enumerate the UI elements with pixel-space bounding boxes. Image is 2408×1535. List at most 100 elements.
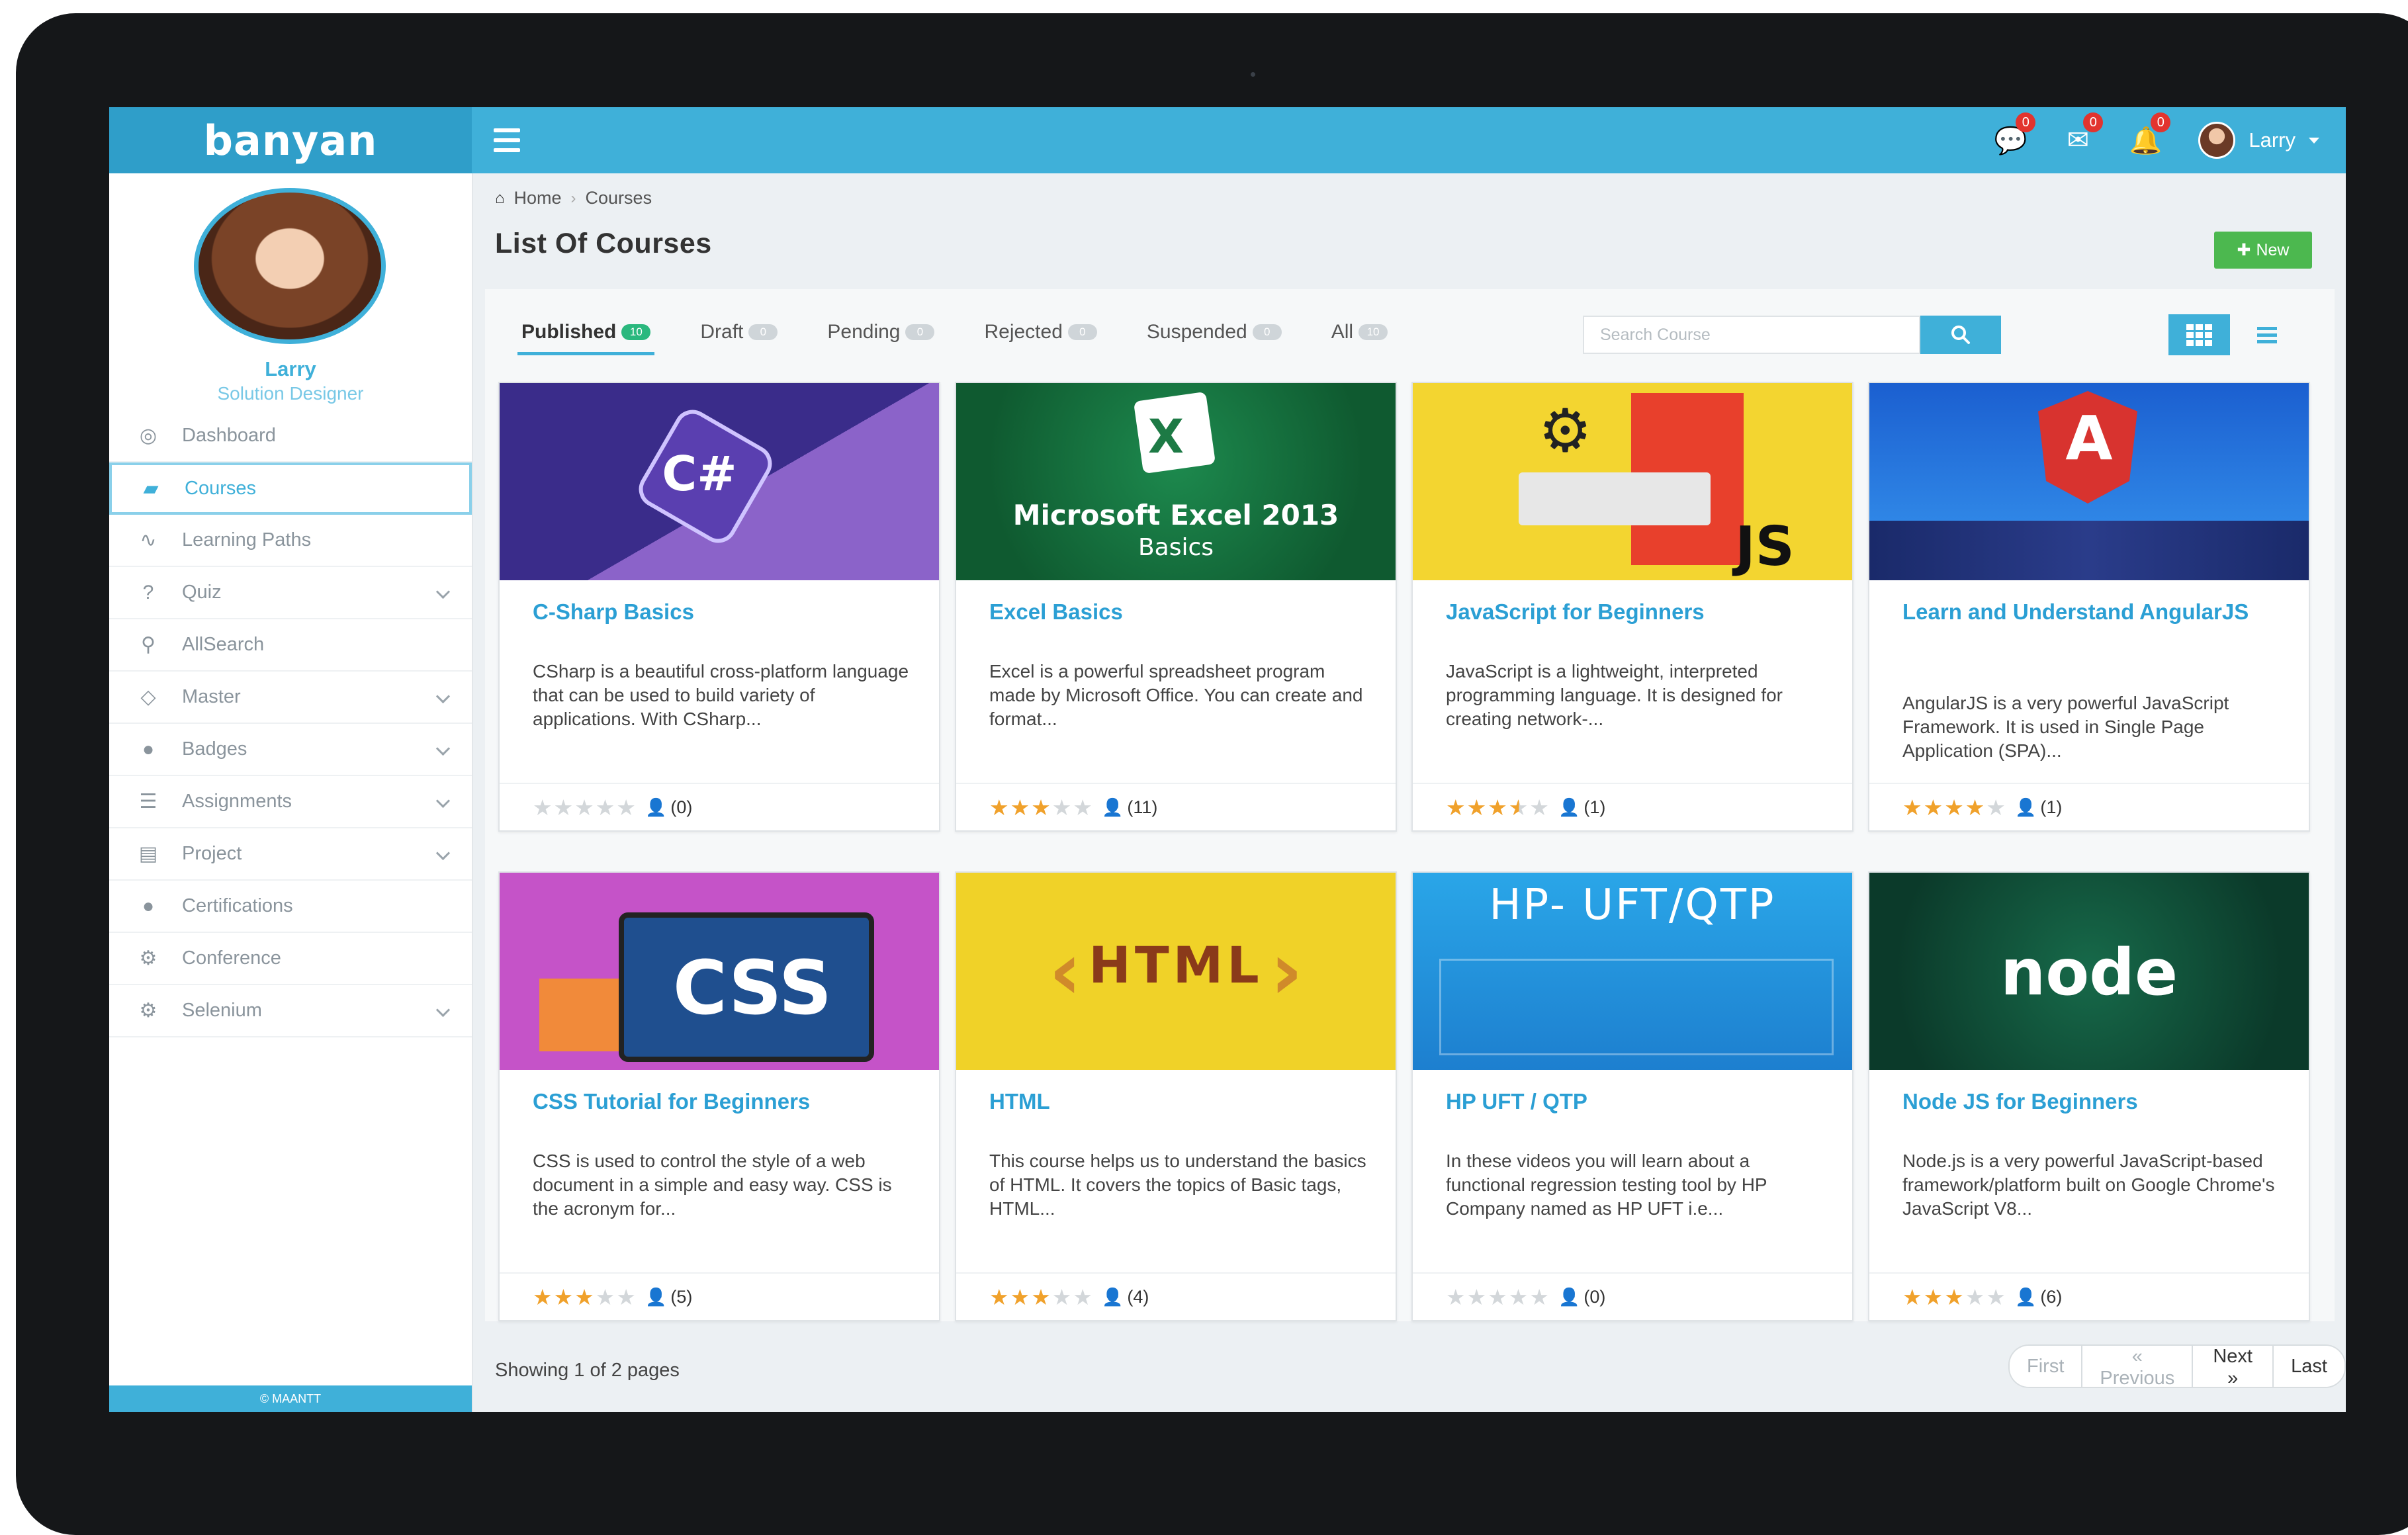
new-button-label: New: [2256, 240, 2290, 259]
user-icon: 👤: [1558, 797, 1580, 817]
sidebar-item-selenium[interactable]: ⚙ Selenium: [109, 985, 472, 1037]
brand-logo[interactable]: banyan: [109, 107, 472, 173]
grid-view-button[interactable]: [2168, 314, 2230, 355]
profile-avatar[interactable]: [194, 188, 386, 344]
thumbnail-text: A: [2065, 403, 2113, 474]
enrolled-count-value: (1): [1583, 797, 1606, 817]
sidebar-item-project[interactable]: ▤ Project: [109, 828, 472, 881]
tab-count-badge: 10: [621, 324, 651, 340]
course-rating-row: ★★★★★ 👤 (4): [956, 1272, 1396, 1320]
breadcrumb-home[interactable]: Home: [514, 188, 562, 208]
tab-rejected[interactable]: Rejected 0: [984, 321, 1097, 351]
course-description: Excel is a powerful spreadsheet program …: [989, 661, 1363, 729]
chat-icon[interactable]: 💬 0: [1994, 112, 2036, 155]
mail-icon[interactable]: ✉ 0: [2063, 112, 2104, 155]
course-rating-row: ★★★★★ 👤 (11): [956, 783, 1396, 830]
course-description: CSharp is a beautiful cross-platform lan…: [533, 661, 909, 729]
pagination: First « Previous Next » Last: [2008, 1344, 2346, 1388]
home-icon: ⌂: [495, 189, 505, 207]
star-icon: ★: [1965, 795, 1986, 820]
course-card[interactable]: HTML ‹ › HTML This course helps us to unders…: [955, 871, 1397, 1321]
sidebar-item-dashboard[interactable]: ◎ Dashboard: [109, 410, 472, 462]
plus-icon: ✚: [2237, 241, 2251, 259]
tab-all[interactable]: All 10: [1331, 321, 1388, 351]
conference-icon: ⚙: [139, 947, 157, 969]
sidebar-item-certifications[interactable]: ● Certifications: [109, 881, 472, 933]
course-card[interactable]: A Learn and Understand AngularJS AngularJS…: [1868, 382, 2310, 832]
course-card[interactable]: C# C-Sharp Basics CSharp is a beautiful cr…: [498, 382, 940, 832]
course-card[interactable]: node Node JS for Beginners Node.js is a ve…: [1868, 871, 2310, 1321]
enrolled-count: 👤 (4): [1102, 1287, 1149, 1307]
new-course-button[interactable]: ✚ New: [2214, 232, 2312, 269]
enrolled-count: 👤 (6): [2015, 1287, 2062, 1307]
user-icon: 👤: [645, 1286, 667, 1307]
next-page-button[interactable]: Next »: [2193, 1346, 2274, 1387]
course-card[interactable]: CSS CSS Tutorial for Beginners CSS is used…: [498, 871, 940, 1321]
first-page-button[interactable]: First: [2010, 1346, 2083, 1387]
course-card[interactable]: X Microsoft Excel 2013 Basics Excel Basics E…: [955, 382, 1397, 832]
sidebar-item-learning-paths[interactable]: ∿ Learning Paths: [109, 515, 472, 567]
bell-icon[interactable]: 🔔 0: [2129, 112, 2171, 155]
star-icon: ★: [1466, 1284, 1488, 1309]
course-description: CSS is used to control the style of a we…: [533, 1151, 892, 1219]
course-title[interactable]: HP UFT / QTP: [1446, 1086, 1816, 1118]
star-rating: ★★★★★: [1446, 1284, 1550, 1310]
sidebar-item-label: AllSearch: [182, 634, 265, 655]
course-title[interactable]: Excel Basics: [989, 596, 1360, 628]
mail-badge: 0: [2083, 112, 2104, 132]
course-description: This course helps us to understand the b…: [989, 1151, 1366, 1219]
course-thumbnail[interactable]: CSS: [500, 873, 939, 1070]
course-title[interactable]: Node JS for Beginners: [1902, 1086, 2273, 1118]
course-thumbnail[interactable]: HTML ‹ ›: [956, 873, 1396, 1070]
course-thumbnail[interactable]: HP- UFT/QTP: [1413, 873, 1852, 1070]
star-icon: ★: [1508, 1284, 1530, 1309]
last-page-button[interactable]: Last: [2274, 1346, 2344, 1387]
course-title[interactable]: HTML: [989, 1086, 1360, 1118]
course-thumbnail[interactable]: X Microsoft Excel 2013 Basics: [956, 383, 1396, 580]
assignments-icon: ☰: [139, 791, 157, 812]
course-card[interactable]: HP- UFT/QTP HP UFT / QTP In these videos y…: [1411, 871, 1853, 1321]
sidebar-item-allsearch[interactable]: ⚲ AllSearch: [109, 619, 472, 672]
sidebar-item-master[interactable]: ◇ Master: [109, 672, 472, 724]
course-thumbnail[interactable]: C#: [500, 383, 939, 580]
star-icon: ★: [1965, 1284, 1986, 1309]
course-thumbnail[interactable]: ⚙ JS: [1413, 383, 1852, 580]
course-rating-row: ★★★★★ 👤 (5): [500, 1272, 939, 1320]
sidebar-item-badges[interactable]: ● Badges: [109, 724, 472, 776]
tab-pending[interactable]: Pending 0: [827, 321, 935, 351]
star-icon: ★: [1031, 1284, 1052, 1309]
sidebar-item-courses[interactable]: ▰ Courses: [109, 462, 472, 515]
course-title[interactable]: CSS Tutorial for Beginners: [533, 1086, 903, 1118]
enrolled-count: 👤 (11): [1102, 797, 1157, 818]
star-icon: ★: [989, 795, 1010, 820]
course-title[interactable]: JavaScript for Beginners: [1446, 596, 1816, 628]
search-input[interactable]: [1583, 316, 1920, 354]
sidebar-item-label: Selenium: [182, 1000, 262, 1021]
tab-count-badge: 0: [905, 324, 935, 340]
course-card[interactable]: ⚙ JS JavaScript for Beginners JavaScript is…: [1411, 382, 1853, 832]
star-icon: ★: [533, 1284, 554, 1309]
user-menu[interactable]: Larry: [2198, 122, 2319, 159]
course-title[interactable]: C-Sharp Basics: [533, 596, 903, 628]
tab-published[interactable]: Published 10: [517, 321, 655, 355]
tab-draft[interactable]: Draft 0: [700, 321, 778, 351]
page-title: List Of Courses: [495, 228, 712, 259]
search-button[interactable]: [1920, 316, 2001, 354]
menu-toggle-icon[interactable]: [494, 128, 520, 152]
list-view-button[interactable]: [2244, 314, 2290, 355]
user-icon: 👤: [1101, 797, 1124, 817]
course-thumbnail[interactable]: node: [1869, 873, 2309, 1070]
tab-suspended[interactable]: Suspended 0: [1147, 321, 1282, 351]
star-icon: ★: [1466, 795, 1488, 820]
star-rating: ★★★★★: [533, 1284, 637, 1310]
sidebar-item-assignments[interactable]: ☰ Assignments: [109, 776, 472, 828]
sidebar-item-quiz[interactable]: ? Quiz: [109, 567, 472, 619]
course-title[interactable]: Learn and Understand AngularJS: [1902, 596, 2273, 628]
previous-page-button[interactable]: « Previous: [2082, 1346, 2194, 1387]
thumbnail-text: JS: [1735, 515, 1795, 578]
course-thumbnail[interactable]: A: [1869, 383, 2309, 580]
sidebar-item-conference[interactable]: ⚙ Conference: [109, 933, 472, 985]
courses-panel: Published 10 Draft 0 Pending 0 Rejected 0 Suspen…: [485, 289, 2335, 1321]
thumbnail-text: HTML: [1089, 936, 1263, 994]
star-icon: ★: [1944, 795, 1965, 820]
